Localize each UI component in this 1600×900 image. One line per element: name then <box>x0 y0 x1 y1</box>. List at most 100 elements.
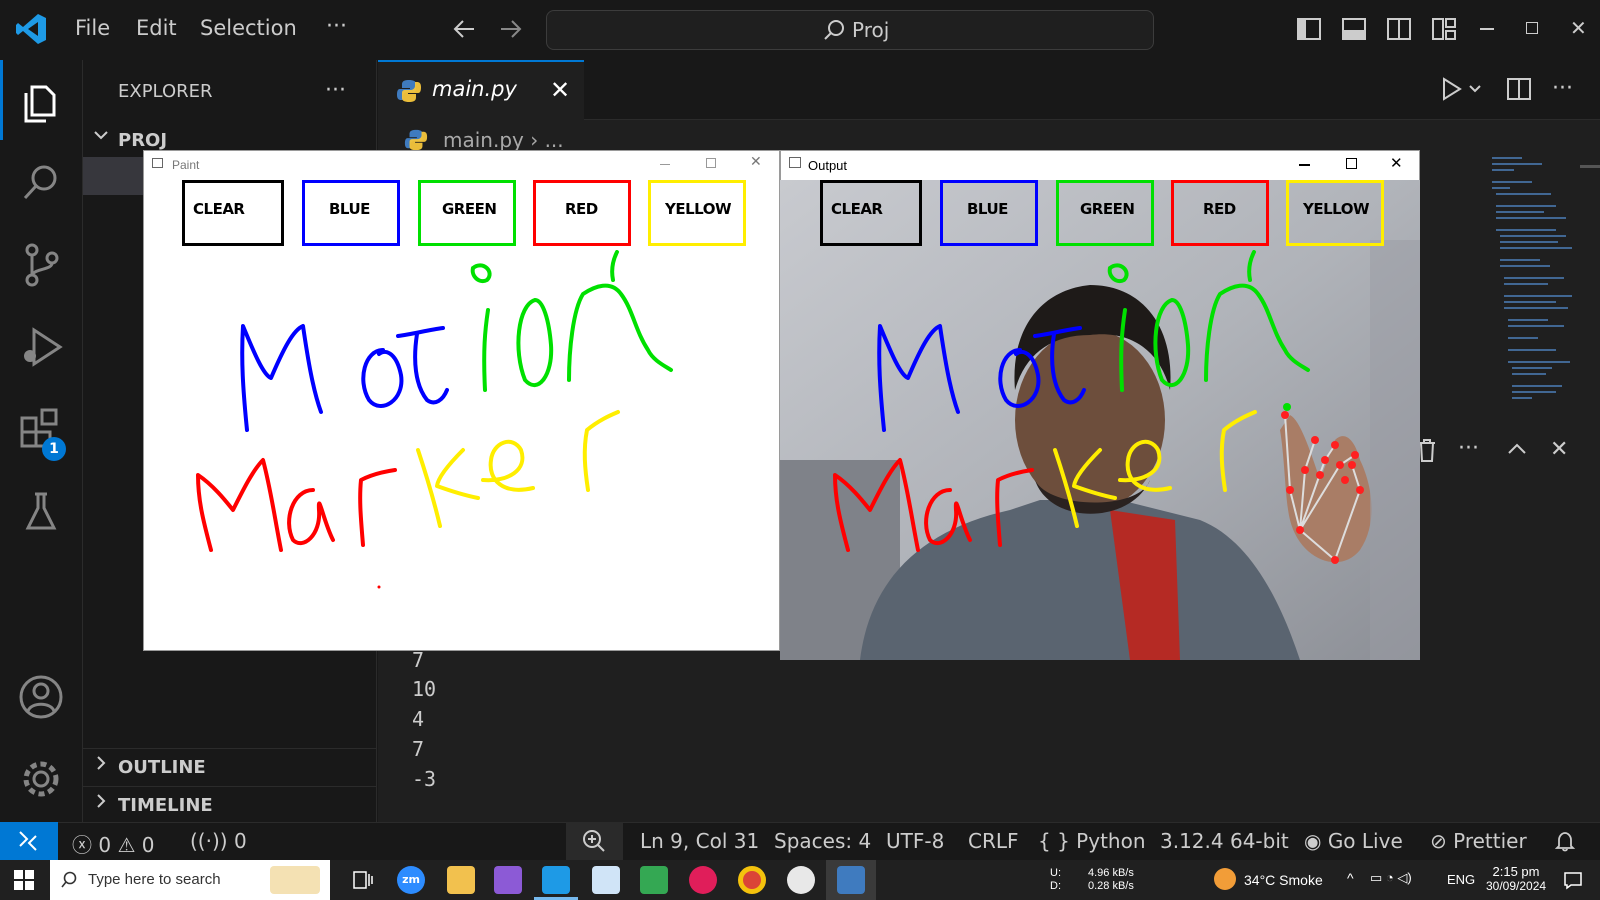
zoom-app-icon[interactable]: zm <box>397 866 425 894</box>
windows-start-icon[interactable] <box>14 870 34 890</box>
broadcast-icon: ((·)) <box>190 829 228 853</box>
paint-maximize-icon[interactable] <box>706 158 716 168</box>
menu-edit[interactable]: Edit <box>136 16 177 40</box>
source-control-icon[interactable] <box>16 240 66 290</box>
settings-gear-icon[interactable] <box>16 754 66 804</box>
breadcrumb-separator: › <box>530 128 539 152</box>
encoding[interactable]: UTF-8 <box>886 829 944 853</box>
toggle-panel-icon[interactable] <box>1341 16 1367 42</box>
testing-flask-icon[interactable] <box>16 486 66 536</box>
chevron-right-icon[interactable] <box>92 754 110 772</box>
output-yellow-button[interactable]: YELLOW <box>1286 180 1384 246</box>
taskbar-search-placeholder: Type here to search <box>88 871 221 888</box>
scrollbar-thumb[interactable] <box>1580 165 1600 168</box>
toggle-secondary-sidebar-icon[interactable] <box>1386 16 1412 42</box>
output-maximize-icon[interactable] <box>1346 158 1357 169</box>
ports-indicator[interactable]: ((·)) 0 <box>190 829 247 853</box>
run-debug-icon[interactable] <box>16 322 66 372</box>
notifications-bell-icon[interactable] <box>1554 830 1576 852</box>
prettier-icon: ⊘ <box>1430 829 1447 853</box>
weather-icon[interactable] <box>1214 868 1236 890</box>
task-view-icon[interactable] <box>352 870 374 890</box>
more-menu-icon[interactable]: ··· <box>326 14 347 39</box>
chrome-icon[interactable] <box>738 866 766 894</box>
notification-center-icon[interactable] <box>1563 870 1583 890</box>
language-indicator[interactable]: ENG <box>1447 872 1475 887</box>
close-tab-icon[interactable]: ✕ <box>550 76 570 104</box>
vscode-taskbar-icon[interactable] <box>542 866 570 894</box>
paint-minimize-icon[interactable] <box>660 164 670 165</box>
paint-canvas-drawing[interactable] <box>143 250 780 610</box>
paint-close-icon[interactable]: ✕ <box>750 154 762 170</box>
line-ending[interactable]: CRLF <box>968 829 1019 853</box>
app-icon[interactable] <box>787 866 815 894</box>
paint-yellow-button[interactable]: YELLOW <box>648 180 746 246</box>
error-icon: ⓧ <box>72 833 92 857</box>
prettier-button[interactable]: ⊘ Prettier <box>1430 829 1527 853</box>
explorer-icon[interactable] <box>16 75 66 125</box>
breadcrumb[interactable]: main.py › ... <box>443 128 564 152</box>
paint-yellow-label: YELLOW <box>665 200 732 218</box>
output-green-button[interactable]: GREEN <box>1056 180 1154 246</box>
weather-text[interactable]: 34°C Smoke <box>1244 872 1323 888</box>
breadcrumb-file[interactable]: main.py <box>443 128 524 152</box>
output-close-icon[interactable]: ✕ <box>1390 154 1403 172</box>
cursor-position[interactable]: Ln 9, Col 31 <box>640 829 759 853</box>
python-interpreter[interactable]: 3.12.4 64-bit <box>1160 829 1289 853</box>
maximize-panel-chevron-icon[interactable] <box>1506 440 1528 458</box>
output-minimize-icon[interactable] <box>1299 164 1310 166</box>
toggle-sidebar-icon[interactable] <box>1296 16 1322 42</box>
paint-red-button[interactable]: RED <box>533 180 631 246</box>
window-icon <box>789 157 801 168</box>
tray-chevron-icon[interactable]: ^ <box>1347 870 1354 886</box>
minimize-icon[interactable] <box>1480 28 1494 30</box>
paint-blue-button[interactable]: BLUE <box>302 180 400 246</box>
tray-icons[interactable]: ▭ ◔ ◁) <box>1370 870 1412 886</box>
output-clear-button[interactable]: CLEAR <box>820 180 922 246</box>
close-panel-icon[interactable]: ✕ <box>1550 437 1568 462</box>
customize-layout-icon[interactable] <box>1431 16 1457 42</box>
menu-file[interactable]: File <box>75 16 110 40</box>
restore-icon[interactable] <box>1526 22 1538 34</box>
run-dropdown-chevron-icon[interactable] <box>1468 82 1482 96</box>
breadcrumb-more[interactable]: ... <box>545 128 564 152</box>
project-folder-label[interactable]: PROJ <box>118 130 167 151</box>
indentation[interactable]: Spaces: 4 <box>774 829 871 853</box>
net-down-speed: 0.28 kB/s <box>1088 880 1134 892</box>
meet-icon[interactable] <box>640 866 668 894</box>
problems-indicator[interactable]: ⓧ 0 ⚠ 0 <box>72 829 154 858</box>
explorer-more-icon[interactable]: ··· <box>325 78 346 103</box>
editor-more-icon[interactable]: ··· <box>1552 76 1573 101</box>
outline-section[interactable]: OUTLINE <box>118 757 206 778</box>
chevron-right-icon[interactable] <box>92 792 110 810</box>
minimap[interactable] <box>1492 155 1572 435</box>
command-center-search[interactable] <box>546 10 1154 50</box>
zoom-button[interactable] <box>566 822 623 860</box>
timeline-section[interactable]: TIMELINE <box>118 795 213 816</box>
chevron-down-icon[interactable] <box>92 126 110 144</box>
search-highlight-icon <box>270 866 320 894</box>
back-arrow-icon[interactable] <box>452 16 478 42</box>
paint-green-button[interactable]: GREEN <box>418 180 516 246</box>
language-mode[interactable]: { } Python <box>1038 829 1146 853</box>
accounts-icon[interactable] <box>16 672 66 722</box>
clock[interactable]: 2:15 pm 30/09/2024 <box>1486 864 1546 893</box>
search-view-icon[interactable] <box>16 158 66 208</box>
panel-more-icon[interactable]: ··· <box>1458 436 1479 461</box>
visual-studio-icon[interactable] <box>494 866 522 894</box>
close-window-icon[interactable]: ✕ <box>1570 16 1587 40</box>
menu-selection[interactable]: Selection <box>200 16 297 40</box>
split-editor-icon[interactable] <box>1506 76 1532 102</box>
output-red-button[interactable]: RED <box>1171 180 1269 246</box>
file-explorer-icon[interactable] <box>447 866 475 894</box>
python-taskbar-icon[interactable] <box>837 866 865 894</box>
go-live-label: Go Live <box>1327 829 1403 853</box>
remote-indicator-button[interactable] <box>0 822 58 860</box>
run-play-icon[interactable] <box>1438 76 1464 102</box>
window-app-icon[interactable] <box>592 866 620 894</box>
slack-icon[interactable] <box>689 866 717 894</box>
paint-clear-button[interactable]: CLEAR <box>182 180 284 246</box>
forward-arrow-icon[interactable] <box>497 16 523 42</box>
output-blue-button[interactable]: BLUE <box>940 180 1038 246</box>
go-live-button[interactable]: ◉ Go Live <box>1304 829 1403 853</box>
